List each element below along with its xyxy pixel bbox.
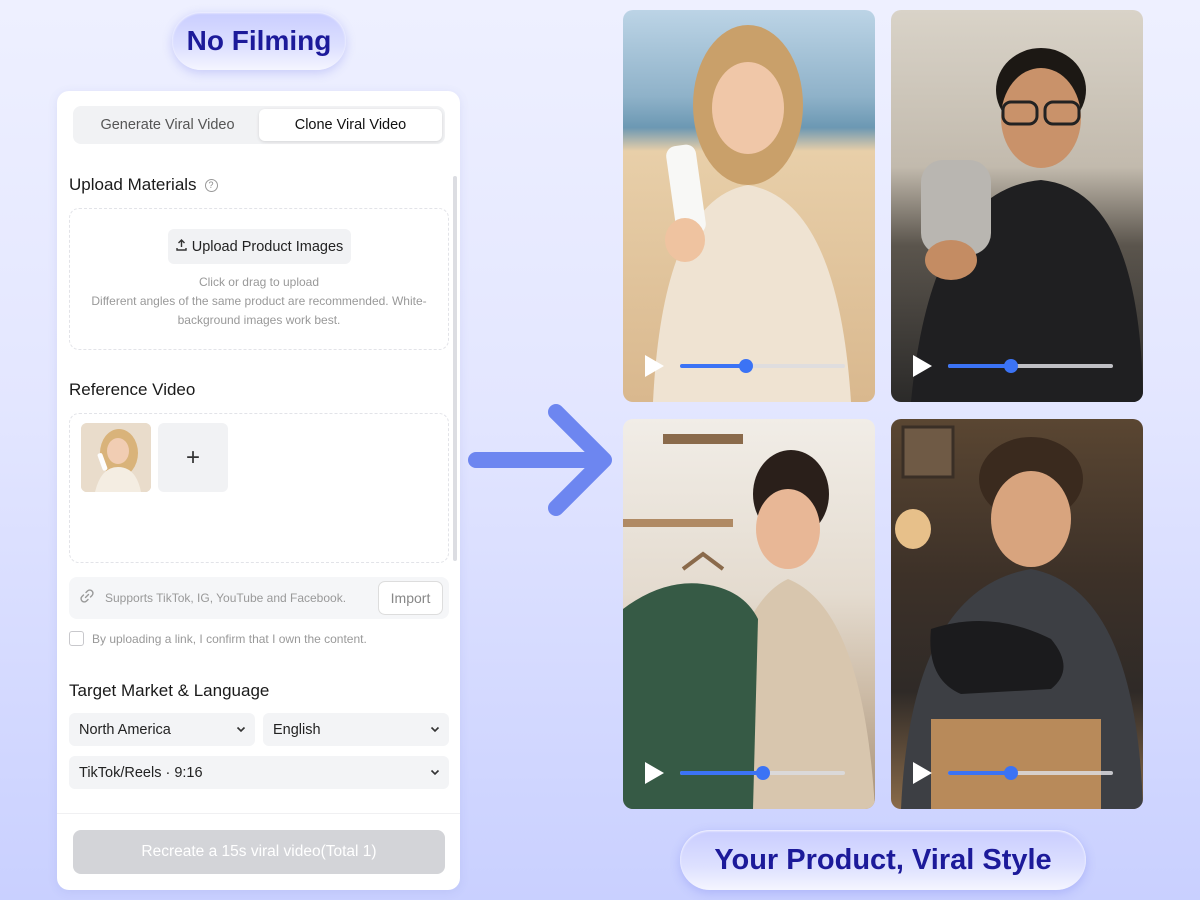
plus-icon: + (185, 443, 200, 471)
video-controls (643, 354, 855, 378)
link-icon (79, 588, 95, 609)
reference-video-thumbnail[interactable] (81, 423, 151, 492)
upload-button-label: Upload Product Images (191, 238, 344, 255)
viral-style-label: Your Product, Viral Style (714, 843, 1052, 876)
upload-icon (176, 239, 187, 254)
play-icon[interactable] (645, 355, 664, 377)
upload-materials-title: Upload Materials (69, 175, 197, 194)
play-icon[interactable] (645, 762, 664, 784)
language-select[interactable]: English (263, 713, 449, 746)
play-icon[interactable] (913, 355, 932, 377)
viral-style-badge: Your Product, Viral Style (680, 830, 1086, 890)
upload-hint: Click or drag to upload (198, 275, 320, 289)
target-market-heading: Target Market & Language (69, 681, 270, 700)
video-link-input[interactable]: Supports TikTok, IG, YouTube and Faceboo… (69, 577, 449, 619)
video-card-man-shoe[interactable] (891, 419, 1143, 809)
panel-scrollbar[interactable] (453, 176, 457, 561)
footer-divider (57, 813, 460, 814)
video-card-man-speaker[interactable] (891, 10, 1143, 402)
format-select[interactable]: TikTok/Reels · 9:16 (69, 756, 449, 789)
progress-bar[interactable] (948, 766, 1113, 780)
progress-knob[interactable] (739, 359, 753, 373)
region-select[interactable]: North America (69, 713, 255, 746)
tab-generate-viral-video[interactable]: Generate Viral Video (76, 109, 259, 141)
upload-materials-heading: Upload Materials? (69, 175, 218, 195)
man-with-shoe-image (895, 425, 1143, 809)
video-link-placeholder: Supports TikTok, IG, YouTube and Faceboo… (105, 591, 347, 605)
ownership-checkbox[interactable] (69, 631, 84, 646)
video-card-woman-sweater[interactable] (623, 419, 875, 809)
import-button[interactable]: Import (378, 581, 443, 615)
region-value: North America (79, 721, 171, 738)
mode-tabs: Generate Viral Video Clone Viral Video (73, 106, 445, 144)
ownership-consent: By uploading a link, I confirm that I ow… (69, 631, 367, 646)
video-card-beach-woman[interactable] (623, 10, 875, 402)
upload-product-images-button[interactable]: Upload Product Images (168, 229, 351, 264)
clone-video-panel: Generate Viral Video Clone Viral Video U… (57, 91, 460, 890)
progress-bar[interactable] (680, 359, 845, 373)
arrow-right-icon (468, 402, 618, 523)
progress-knob[interactable] (755, 766, 770, 780)
reference-video-box: + (69, 413, 449, 563)
video-controls (643, 761, 855, 785)
upload-note: Different angles of the same product are… (91, 294, 427, 327)
video-controls (911, 354, 1123, 378)
chevron-down-icon (235, 723, 247, 739)
reference-video-heading: Reference Video (69, 380, 196, 399)
help-icon[interactable]: ? (204, 179, 218, 192)
ownership-consent-text: By uploading a link, I confirm that I ow… (92, 631, 367, 646)
upload-dropzone[interactable]: Upload Product Images Click or drag to u… (69, 208, 449, 350)
woman-with-sweater-image (623, 434, 875, 809)
chevron-down-icon (429, 766, 441, 782)
video-controls (911, 761, 1123, 785)
chevron-down-icon (429, 723, 441, 739)
language-value: English (273, 721, 321, 738)
progress-knob[interactable] (1003, 359, 1018, 373)
recreate-video-button[interactable]: Recreate a 15s viral video(Total 1) (73, 830, 445, 874)
no-filming-badge: No Filming (172, 12, 346, 70)
progress-bar[interactable] (948, 359, 1113, 373)
progress-bar[interactable] (680, 766, 845, 780)
woman-with-lotion-image (653, 25, 851, 402)
add-reference-video-button[interactable]: + (158, 423, 228, 492)
progress-knob[interactable] (1003, 766, 1018, 780)
no-filming-label: No Filming (186, 25, 332, 56)
play-icon[interactable] (913, 762, 932, 784)
man-with-speaker-image (911, 48, 1143, 402)
format-value: TikTok/Reels · 9:16 (79, 764, 203, 781)
tab-clone-viral-video[interactable]: Clone Viral Video (259, 109, 442, 141)
